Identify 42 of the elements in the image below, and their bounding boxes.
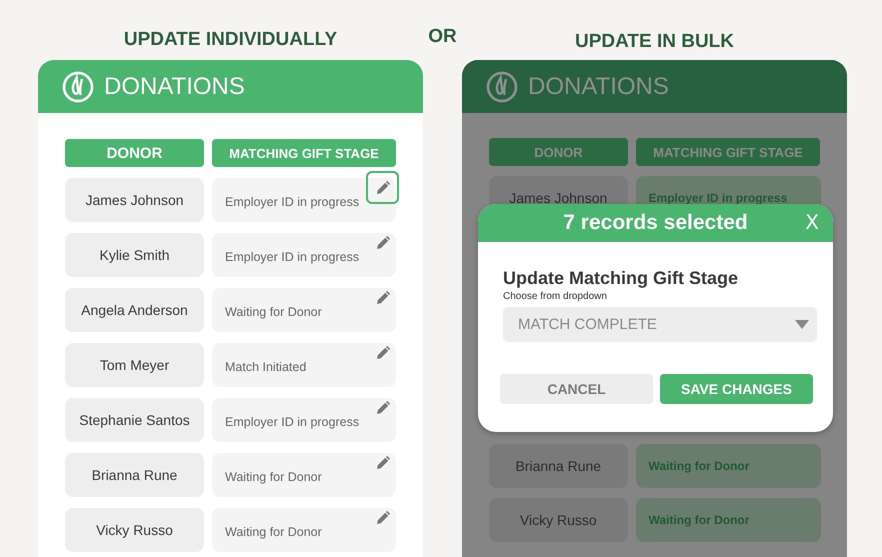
caret-icon — [795, 320, 809, 329]
logo-icon — [486, 70, 518, 102]
donor-cell: Angela Anderson — [65, 288, 204, 332]
donor-cell: Stephanie Santos — [65, 398, 204, 442]
stage-text: Waiting for Donor — [648, 513, 750, 527]
column-header: DONOR — [489, 138, 628, 166]
stage-cell[interactable]: Employer ID in progress — [212, 398, 396, 442]
stage-cell[interactable]: Waiting for Donor — [212, 508, 396, 552]
donor-cell: Brianna Rune — [65, 453, 204, 497]
section-heading: UPDATE INDIVIDUALLY — [124, 29, 338, 51]
stage-text: Match Initiated — [225, 360, 306, 374]
stage-text: Employer ID in progress — [225, 415, 360, 429]
stage-cell[interactable]: Waiting for Donor — [212, 453, 396, 497]
donor-cell: Kylie Smith — [65, 233, 204, 277]
stage-text: Waiting for Donor — [225, 525, 322, 539]
donor-cell: Vicky Russo — [65, 508, 204, 552]
donor-cell: James Johnson — [65, 178, 204, 222]
section-heading: UPDATE IN BULK — [574, 31, 734, 53]
donor-cell: Brianna Rune — [489, 444, 628, 488]
separator-text: OR — [428, 26, 457, 48]
cancel-button[interactable]: CANCEL — [500, 374, 653, 404]
logo-icon — [62, 70, 94, 102]
field-hint: Choose from dropdown — [503, 291, 608, 302]
stage-cell[interactable]: Employer ID in progress — [212, 178, 396, 222]
stage-dropdown[interactable]: MATCH COMPLETE — [503, 307, 817, 342]
stage-text: Employer ID in progress — [648, 191, 788, 205]
stage-text: Waiting for Donor — [648, 459, 750, 473]
panel-title: DONATIONS — [104, 72, 245, 100]
stage-text: Employer ID in progress — [225, 195, 360, 209]
stage-text: Waiting for Donor — [225, 470, 322, 484]
column-header: MATCHING GIFT STAGE — [636, 138, 820, 166]
column-header: DONOR — [65, 139, 204, 167]
stage-cell[interactable]: Employer ID in progress — [212, 233, 396, 277]
column-header: MATCHING GIFT STAGE — [212, 139, 396, 167]
donor-cell: Vicky Russo — [489, 498, 628, 542]
stage-text: Employer ID in progress — [225, 250, 360, 264]
donor-cell: Tom Meyer — [65, 343, 204, 387]
stage-cell[interactable]: Waiting for Donor — [212, 288, 396, 332]
stage-text: Waiting for Donor — [225, 305, 322, 319]
field-label: Update Matching Gift Stage — [503, 268, 740, 289]
stage-cell[interactable]: Match Initiated — [212, 343, 396, 387]
panel-title: DONATIONS — [528, 72, 669, 100]
